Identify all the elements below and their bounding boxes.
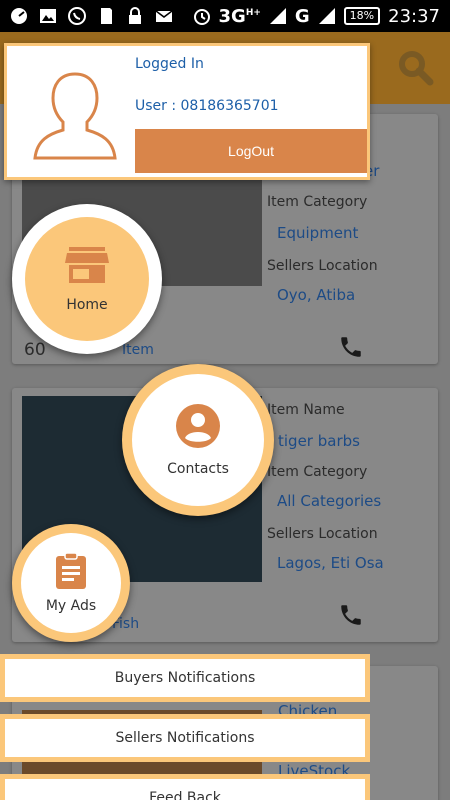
- category-value: All Categories: [277, 492, 382, 510]
- feed-back-label: Feed Back: [5, 779, 365, 800]
- unit: Item: [122, 342, 154, 358]
- account-circle-icon: [175, 403, 221, 453]
- location-value: Lagos, Eti Osa: [277, 554, 384, 572]
- contacts-label: Contacts: [167, 461, 229, 477]
- network-sup: H+: [245, 7, 261, 18]
- category-label: Item Category: [267, 464, 368, 480]
- location-label: Sellers Location: [267, 258, 378, 274]
- login-status: Logged In: [135, 56, 204, 72]
- profile-card: Logged In User : 08186365701 LogOut: [4, 43, 370, 180]
- buyers-notifications-label: Buyers Notifications: [5, 659, 365, 697]
- home-label: Home: [66, 297, 108, 313]
- my-ads-button[interactable]: My Ads: [12, 524, 130, 642]
- image-icon: [39, 7, 57, 25]
- sellers-notifications-label: Sellers Notifications: [5, 719, 365, 757]
- system-indicators: 3GH+ G 18% 23:37: [193, 5, 440, 27]
- user-phone: User : 08186365701: [135, 98, 279, 114]
- my-ads-button-face: My Ads: [21, 533, 121, 633]
- name-value: tiger barbs: [278, 432, 360, 450]
- speedometer-icon: [10, 7, 28, 25]
- lock-icon: [126, 7, 144, 25]
- sd-card-icon: [97, 7, 115, 25]
- contacts-button-face: Contacts: [132, 374, 264, 506]
- phone-icon[interactable]: [338, 334, 364, 360]
- home-button-face: Home: [25, 217, 149, 341]
- category-label: Item Category: [267, 194, 368, 210]
- notification-icons: [10, 7, 173, 25]
- search-icon[interactable]: [396, 48, 436, 88]
- alarm-icon: [193, 7, 211, 25]
- home-button[interactable]: Home: [12, 204, 162, 354]
- price: 60: [24, 340, 46, 360]
- name-label: Item Name: [267, 402, 345, 418]
- user-avatar-icon: [19, 60, 131, 172]
- store-icon: [65, 245, 109, 289]
- network-type: 3GH+: [218, 5, 261, 27]
- location-label: Sellers Location: [267, 526, 378, 542]
- status-bar: 3GH+ G 18% 23:37: [0, 0, 450, 32]
- logout-button[interactable]: LogOut: [135, 129, 367, 173]
- location-value: Oyo, Atiba: [277, 286, 356, 304]
- carrier-letter: G: [294, 5, 310, 27]
- buyers-notifications-button[interactable]: Buyers Notifications: [0, 654, 370, 702]
- contacts-button[interactable]: Contacts: [122, 364, 274, 516]
- battery-indicator: 18%: [343, 7, 381, 25]
- signal-icon-2: [318, 7, 336, 25]
- whatsapp-icon: [68, 7, 86, 25]
- mail-icon: [155, 7, 173, 25]
- category-value: Equipment: [277, 224, 359, 242]
- my-ads-label: My Ads: [45, 598, 97, 614]
- clipboard-icon: [54, 552, 88, 594]
- clock: 23:37: [388, 5, 440, 27]
- phone-icon[interactable]: [338, 602, 364, 628]
- signal-icon: [269, 7, 287, 25]
- feed-back-button[interactable]: Feed Back: [0, 774, 370, 800]
- sellers-notifications-button[interactable]: Sellers Notifications: [0, 714, 370, 762]
